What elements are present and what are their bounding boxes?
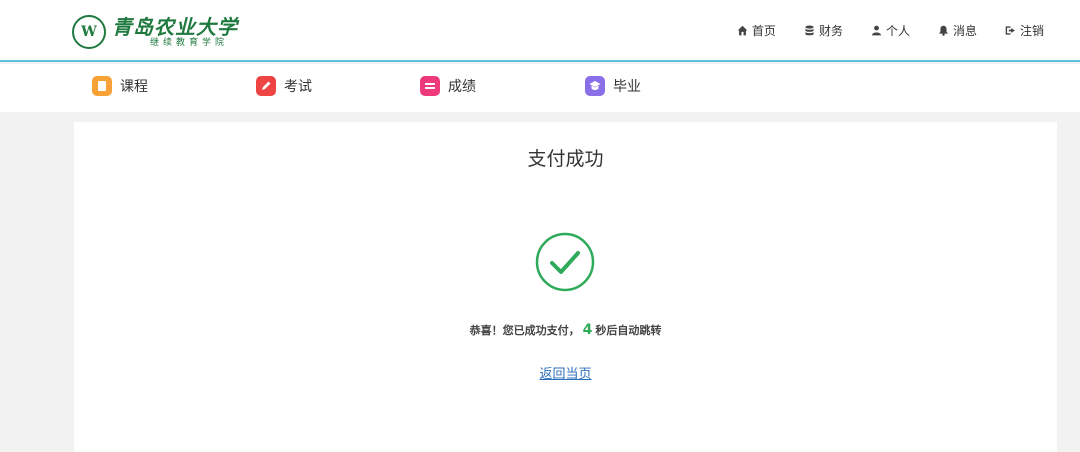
top-nav-finance-label: 财务 bbox=[818, 24, 843, 38]
success-message-prefix: 恭喜！您已成功支付， bbox=[469, 324, 580, 337]
top-nav-profile-label: 个人 bbox=[885, 24, 910, 38]
college-name: 继续教育学院 bbox=[150, 37, 229, 48]
success-message-suffix: 秒后自动跳转 bbox=[595, 324, 662, 337]
redirect-countdown: 4 bbox=[582, 322, 593, 338]
university-logo[interactable]: W 青岛农业大学 继续教育学院 bbox=[72, 14, 238, 50]
success-check-icon bbox=[535, 232, 595, 292]
page-title: 支付成功 bbox=[527, 148, 604, 170]
return-link[interactable]: 返回当页 bbox=[539, 367, 591, 382]
course-icon bbox=[92, 76, 112, 96]
top-nav-logout[interactable]: 注销 bbox=[1005, 22, 1044, 39]
module-nav-exam-label: 考试 bbox=[284, 79, 312, 95]
module-nav-score-label: 成绩 bbox=[448, 79, 476, 95]
top-nav-home[interactable]: 首页 bbox=[737, 22, 776, 39]
home-icon bbox=[737, 25, 748, 36]
module-nav-graduate-label: 毕业 bbox=[613, 79, 641, 95]
top-nav-finance[interactable]: 财务 bbox=[804, 22, 843, 39]
module-nav-exam[interactable]: 考试 bbox=[256, 76, 312, 96]
top-nav-profile[interactable]: 个人 bbox=[871, 22, 910, 39]
score-icon bbox=[420, 76, 440, 96]
user-icon bbox=[871, 25, 881, 36]
module-nav-score[interactable]: 成绩 bbox=[420, 76, 476, 96]
payment-result-card: 支付成功 恭喜！您已成功支付， 4 秒后自动跳转 返回当页 bbox=[74, 122, 1057, 452]
university-seal-icon: W bbox=[72, 15, 106, 49]
module-nav: 课程 考试 成绩 毕业 bbox=[0, 64, 1080, 112]
top-nav-logout-label: 注销 bbox=[1019, 24, 1044, 38]
module-nav-course-label: 课程 bbox=[120, 79, 148, 95]
logo-text: 青岛农业大学 继续教育学院 bbox=[112, 17, 238, 48]
module-nav-course[interactable]: 课程 bbox=[92, 76, 148, 96]
graduate-icon bbox=[585, 76, 605, 96]
top-nav: 首页 财务 个人 消息 注销 bbox=[737, 22, 1044, 39]
exam-icon bbox=[256, 76, 276, 96]
university-name: 青岛农业大学 bbox=[112, 14, 238, 39]
database-icon bbox=[805, 25, 814, 36]
module-nav-graduate[interactable]: 毕业 bbox=[585, 76, 641, 96]
sign-out-icon bbox=[1005, 26, 1015, 35]
bell-icon bbox=[939, 25, 948, 36]
success-message: 恭喜！您已成功支付， 4 秒后自动跳转 bbox=[74, 322, 1057, 338]
back-link-wrapper: 返回当页 bbox=[74, 363, 1057, 382]
top-nav-messages-label: 消息 bbox=[952, 24, 977, 38]
top-nav-messages[interactable]: 消息 bbox=[938, 22, 977, 39]
top-header: W 青岛农业大学 继续教育学院 首页 财务 个人 消息 注销 bbox=[0, 0, 1080, 62]
top-nav-home-label: 首页 bbox=[751, 24, 776, 38]
